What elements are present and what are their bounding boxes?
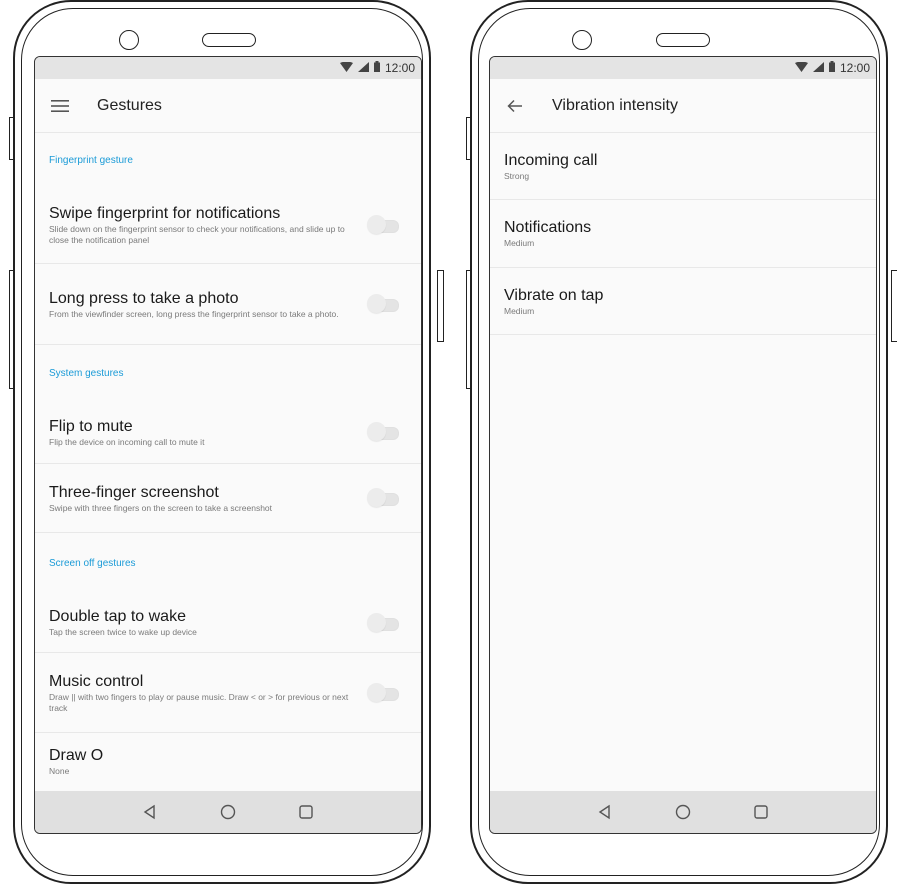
section-header: Fingerprint gesture [49,154,133,166]
section-header: System gestures [49,367,124,379]
setting-summary: Flip the device on incoming call to mute… [49,436,205,447]
toggle-switch[interactable] [367,488,399,508]
setting-summary: Medium [504,238,535,248]
earpiece-speaker [656,33,710,47]
status-time: 12:00 [384,61,415,75]
gestures-screen: 12:00 Gestures Fingerprint gesture Swipe… [34,56,422,834]
triangle-back-icon[interactable] [593,800,617,824]
setting-title: Incoming call [504,151,598,169]
circle-home-icon[interactable] [216,800,240,824]
earpiece-speaker [202,33,256,47]
setting-draw-o[interactable]: Draw O None [35,733,421,789]
setting-title: Music control [49,672,144,690]
battery-icon [828,61,835,75]
setting-notifications[interactable]: Notifications Medium [490,200,876,268]
setting-summary: Swipe with three fingers on the screen t… [49,502,273,513]
triangle-back-icon[interactable] [138,800,162,824]
toggle-switch[interactable] [367,422,399,442]
setting-summary: From the viewfinder screen, long press t… [49,308,339,319]
back-arrow-icon[interactable] [490,99,540,113]
section-header: Screen off gestures [49,557,136,569]
setting-title: Flip to mute [49,417,133,435]
square-recents-icon[interactable] [749,800,773,824]
navigation-bar [490,791,876,833]
navigation-bar [35,791,421,833]
toggle-switch[interactable] [367,215,399,235]
status-time: 12:00 [839,61,870,75]
setting-title: Vibrate on tap [504,286,604,304]
front-camera [119,30,139,50]
setting-title: Swipe fingerprint for notifications [49,205,281,222]
page-title: Gestures [97,96,162,114]
setting-summary: None [49,765,70,776]
page-title: Vibration intensity [552,96,678,114]
setting-title: Long press to take a photo [49,289,239,307]
vibration-intensity-screen: 12:00 Vibration intensity Incoming call … [489,56,877,834]
setting-title: Three-finger screenshot [49,483,219,501]
setting-summary: Slide down on the fingerprint sensor to … [49,224,345,245]
circle-home-icon[interactable] [671,800,695,824]
setting-summary: Medium [504,305,535,316]
toggle-switch[interactable] [367,682,399,703]
setting-summary: Strong [504,170,530,181]
status-bar: 12:00 [490,57,876,79]
setting-music-control[interactable]: Music control Draw || with two fingers t… [35,653,421,733]
setting-title: Double tap to wake [49,608,186,625]
wifi-icon [794,61,808,75]
front-camera [572,30,592,50]
setting-summary: Draw || with two fingers to play or paus… [49,691,349,713]
app-bar: Gestures [35,79,421,133]
signal-icon [812,61,824,75]
wifi-icon [339,61,353,75]
setting-title: Notifications [504,219,592,236]
setting-vibrate-on-tap[interactable]: Vibrate on tap Medium [490,268,876,335]
phone-side-button [437,270,444,342]
signal-icon [357,61,369,75]
setting-three-finger-screenshot[interactable]: Three-finger screenshot Swipe with three… [35,464,421,533]
square-recents-icon[interactable] [294,800,318,824]
battery-icon [373,61,380,75]
app-bar: Vibration intensity [490,79,876,133]
status-bar: 12:00 [35,57,421,79]
phone-side-button [891,270,897,342]
setting-incoming-call[interactable]: Incoming call Strong [490,133,876,200]
setting-summary: Tap the screen twice to wake up device [49,627,197,637]
toggle-switch[interactable] [367,612,399,633]
toggle-switch[interactable] [367,294,399,314]
setting-double-tap-wake[interactable]: Double tap to wake Tap the screen twice … [35,593,421,653]
setting-swipe-fingerprint[interactable]: Swipe fingerprint for notifications Slid… [35,187,421,264]
setting-title: Draw O [49,746,104,764]
setting-flip-to-mute[interactable]: Flip to mute Flip the device on incoming… [35,401,421,464]
setting-long-press-photo[interactable]: Long press to take a photo From the view… [35,264,421,345]
hamburger-menu-icon[interactable] [35,99,85,112]
